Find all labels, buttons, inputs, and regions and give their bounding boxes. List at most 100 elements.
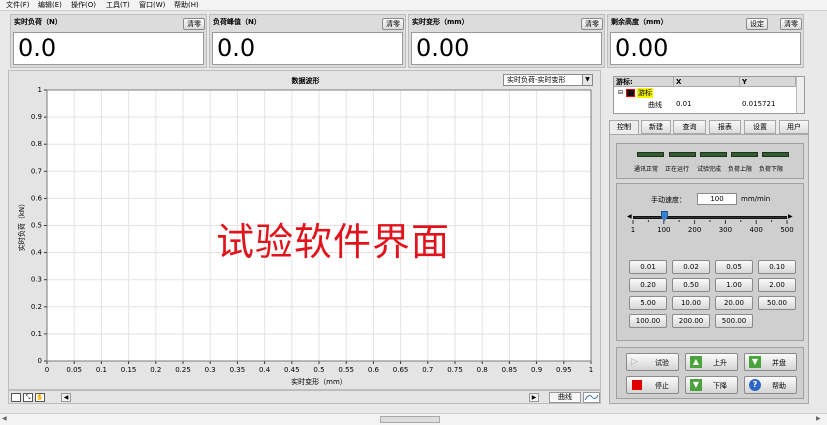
- led-lower-limit: [762, 152, 789, 157]
- scroll-right-icon[interactable]: ▶: [816, 415, 821, 422]
- y-tick-label: 0.6: [31, 194, 43, 202]
- overlay-caption: 试验软件界面: [216, 220, 451, 264]
- tab-settings[interactable]: 设置: [744, 120, 776, 134]
- x-tick-label: 0.65: [393, 366, 409, 374]
- set-button[interactable]: 设定: [746, 18, 768, 30]
- tab-query[interactable]: 查询: [673, 120, 706, 134]
- speed-preset-button[interactable]: 200.00: [672, 314, 710, 328]
- cursor-table: 游标: X Y ⊟ 游标 曲线 0.01 0.015721: [613, 76, 805, 114]
- cursor-name[interactable]: 游标: [637, 88, 653, 98]
- speed-preset-button[interactable]: 0.02: [672, 260, 710, 274]
- menu-operate[interactable]: 操作(O): [71, 0, 96, 10]
- line-style-icon[interactable]: [583, 392, 600, 403]
- zero-button[interactable]: 清零: [183, 18, 205, 30]
- meter-title: 实时负荷（N）: [14, 18, 62, 26]
- menu-file[interactable]: 文件(F): [6, 0, 30, 10]
- up-button[interactable]: ▲ 上升: [685, 353, 738, 371]
- y-tick-label: 1: [38, 86, 42, 94]
- led-label: 负荷下限: [759, 166, 784, 173]
- tab-control[interactable]: 控制: [609, 120, 639, 134]
- scroll-left-icon[interactable]: ◀: [2, 415, 7, 422]
- led-label: 正在运行: [665, 166, 690, 173]
- zero-button[interactable]: 清零: [382, 18, 404, 30]
- y-tick-label: 0.3: [31, 276, 42, 284]
- speed-input[interactable]: [697, 193, 737, 205]
- x-tick-label: 0.5: [313, 366, 324, 374]
- tab-new[interactable]: 新建: [641, 120, 671, 134]
- table-scrollbar[interactable]: [796, 77, 804, 113]
- tab-bar: 控制 新建 查询 报表 设置 用户: [609, 120, 809, 134]
- zero-button[interactable]: 清零: [780, 18, 802, 30]
- zero-button[interactable]: 清零: [581, 18, 603, 30]
- menu-help[interactable]: 帮助(H): [174, 0, 199, 10]
- led-label: 试验完成: [697, 166, 722, 173]
- merge-button[interactable]: ▼ 并盘: [744, 353, 797, 371]
- control-tab-panel: 通讯正常 正在运行 试验完成 负荷上限 负荷下限 手动速度： mm/min ◀ …: [609, 134, 809, 404]
- expand-icon[interactable]: ⊟: [618, 89, 623, 96]
- speed-unit: mm/min: [741, 195, 771, 203]
- meter-title: 实时变形（mm）: [412, 18, 469, 26]
- pan-tool-icon[interactable]: ✋: [35, 393, 45, 402]
- speed-preset-button[interactable]: 50.00: [758, 296, 796, 310]
- stop-button[interactable]: 停止: [626, 376, 679, 394]
- x-tick-label: 0.45: [284, 366, 300, 374]
- y-tick-label: 0.8: [31, 140, 42, 148]
- y-tick-label: 0.1: [31, 330, 42, 338]
- speed-preset-button[interactable]: 500.00: [715, 314, 753, 328]
- legend-label[interactable]: 曲线: [549, 392, 581, 403]
- crosshair-tool-icon[interactable]: [11, 393, 21, 402]
- zoom-tool-icon[interactable]: ⤡: [23, 393, 33, 402]
- led-label: 通讯正常: [634, 166, 659, 173]
- slider-left-arrow-icon[interactable]: ◀: [627, 213, 632, 220]
- cursor-y-value: 0.015721: [742, 100, 776, 108]
- speed-preset-button[interactable]: 0.10: [758, 260, 796, 274]
- tab-user[interactable]: 用户: [779, 120, 809, 134]
- meter-title: 剩余高度（mm）: [611, 18, 668, 26]
- speed-preset-button[interactable]: 100.00: [629, 314, 667, 328]
- menu-tools[interactable]: 工具(T): [106, 0, 130, 10]
- test-button[interactable]: ▷ 试验: [626, 353, 679, 371]
- speed-slider-track[interactable]: [633, 216, 787, 219]
- led-upper-limit: [731, 152, 758, 157]
- meter-value: 0.00: [610, 32, 801, 65]
- x-tick-label: 0.8: [477, 366, 488, 374]
- menu-bar: 文件(F) 编辑(E) 操作(O) 工具(T) 窗口(W) 帮助(H): [0, 0, 827, 10]
- x-tick-label: 0.95: [556, 366, 572, 374]
- y-tick-label: 0.5: [31, 222, 42, 230]
- speed-label: 手动速度：: [651, 196, 686, 204]
- speed-preset-button[interactable]: 1.00: [715, 278, 753, 292]
- y-tick-label: 0.7: [31, 167, 42, 175]
- slider-tick-label: 1: [631, 226, 635, 234]
- slider-right-arrow-icon[interactable]: ▶: [788, 213, 793, 220]
- status-led-group: 通讯正常 正在运行 试验完成 负荷上限 负荷下限: [616, 143, 804, 179]
- action-group: ▷ 试验 ▲ 上升 ▼ 并盘 停止 ▼ 下降 ? 帮助: [616, 347, 804, 399]
- arrow-down-bar-icon: ▼: [749, 356, 761, 368]
- tab-report[interactable]: 报表: [709, 120, 741, 134]
- speed-preset-button[interactable]: 5.00: [629, 296, 667, 310]
- horizontal-scrollbar[interactable]: ◀ ▶: [0, 413, 827, 425]
- speed-preset-button[interactable]: 0.50: [672, 278, 710, 292]
- slider-scale: 1 100 200 300 400 500: [631, 220, 794, 234]
- menu-edit[interactable]: 编辑(E): [38, 0, 62, 10]
- speed-preset-button[interactable]: 10.00: [672, 296, 710, 310]
- menu-window[interactable]: 窗口(W): [139, 0, 165, 10]
- x-tick-label: 0.6: [368, 366, 380, 374]
- scroll-right-icon[interactable]: ▶: [529, 393, 539, 402]
- y-tick-label: 0.9: [31, 113, 42, 121]
- scrollbar-thumb[interactable]: [380, 416, 440, 423]
- led-comm: [637, 152, 664, 157]
- meter-value: 0.0: [212, 32, 403, 65]
- down-button[interactable]: ▼ 下降: [685, 376, 738, 394]
- play-icon: ▷: [631, 357, 638, 367]
- help-button[interactable]: ? 帮助: [744, 376, 797, 394]
- x-tick-label: 0: [45, 366, 49, 374]
- speed-preset-button[interactable]: 20.00: [715, 296, 753, 310]
- meter-realtime-load: 实时负荷（N） 清零 0.0: [10, 14, 207, 68]
- cursor-color-swatch[interactable]: [626, 89, 635, 97]
- led-running: [669, 152, 696, 157]
- speed-preset-button[interactable]: 2.00: [758, 278, 796, 292]
- speed-preset-button[interactable]: 0.01: [629, 260, 667, 274]
- scroll-left-icon[interactable]: ◀: [61, 393, 71, 402]
- speed-preset-button[interactable]: 0.05: [715, 260, 753, 274]
- speed-preset-button[interactable]: 0.20: [629, 278, 667, 292]
